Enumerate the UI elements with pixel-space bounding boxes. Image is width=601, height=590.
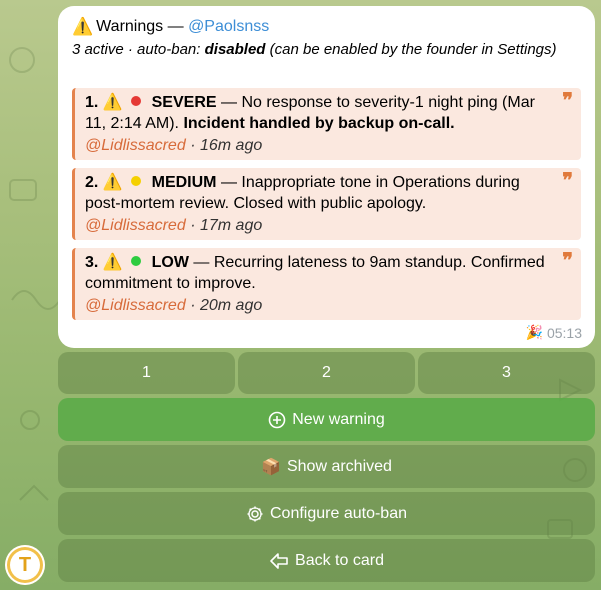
severity-dot-icon [131, 256, 142, 266]
warning-icon: ⚠️ [102, 254, 123, 271]
severity-label: MEDIUM [151, 174, 217, 191]
page-1-button[interactable]: 1 [58, 352, 235, 394]
new-warning-button[interactable]: New warning [58, 398, 595, 441]
message-timestamp: 🎉 05:13 [526, 324, 582, 341]
message-title: ⚠️ Warnings — @Paolsnss [72, 17, 581, 37]
time-ago: 20m ago [199, 297, 263, 314]
author-mention-link[interactable]: @Lidlissacred [85, 217, 186, 234]
user-mention-link[interactable]: @Paolsnss [188, 17, 269, 37]
party-popper-icon[interactable]: 🎉 [526, 324, 543, 341]
gear-icon [246, 505, 264, 523]
autoban-note: (can be enabled by the founder in Settin… [269, 41, 557, 58]
show-archived-label: Show archived [286, 457, 392, 475]
author-mention-link[interactable]: @Lidlissacred [85, 297, 186, 314]
page-1-label: 1 [142, 364, 151, 381]
warning-number: 2. [85, 174, 99, 191]
page-2-label: 2 [322, 364, 331, 381]
title-separator: — [167, 18, 184, 35]
autoban-state: disabled [204, 41, 266, 58]
status-line: 3 active · auto-ban: disabled (can be en… [72, 40, 581, 59]
active-count: 3 active [72, 41, 124, 58]
warning-body: 3. ⚠️ LOW — Recurring lateness to 9am st… [85, 252, 557, 294]
new-warning-label: New warning [292, 410, 385, 428]
warning-meta: @Lidlissacred · 16m ago [85, 137, 263, 154]
package-icon: 📦 [261, 458, 281, 476]
warning-icon: ⚠️ [72, 17, 94, 36]
bot-logo-icon: T [10, 550, 40, 580]
separator-dot: · [127, 41, 133, 58]
warnings-message-bubble: ⚠️ Warnings — @Paolsnss 3 active · auto-… [58, 6, 595, 348]
warning-icon: ⚠️ [102, 174, 123, 191]
time-ago: 17m ago [199, 217, 263, 234]
title-text: Warnings [96, 18, 164, 35]
quote-icon: ❞ [562, 88, 573, 112]
warning-text: — Inappropriate tone in Operations durin… [85, 174, 520, 212]
severity-dot-icon [131, 96, 142, 106]
bot-avatar[interactable]: T [5, 545, 45, 585]
quote-icon: ❞ [562, 248, 573, 272]
show-archived-button[interactable]: 📦 Show archived [58, 445, 595, 488]
warning-meta: @Lidlissacred · 20m ago [85, 297, 263, 314]
time-text: 05:13 [546, 324, 582, 341]
warning-meta: @Lidlissacred · 17m ago [85, 217, 263, 234]
warning-number: 1. [85, 94, 99, 111]
quote-icon: ❞ [562, 168, 573, 192]
severity-label: SEVERE [151, 94, 217, 111]
back-to-card-button[interactable]: Back to card [58, 539, 595, 582]
warning-number: 3. [85, 254, 99, 271]
back-arrow-icon [269, 552, 289, 570]
severity-dot-icon [131, 176, 142, 186]
severity-label: LOW [151, 254, 189, 271]
page-2-button[interactable]: 2 [238, 352, 415, 394]
autoban-label: auto-ban: [137, 41, 201, 58]
back-to-card-label: Back to card [295, 551, 384, 569]
configure-autoban-label: Configure auto-ban [270, 504, 407, 522]
configure-autoban-button[interactable]: Configure auto-ban [58, 492, 595, 535]
time-ago: 16m ago [199, 137, 263, 154]
warning-bold-text: Incident handled by backup on-call. [183, 115, 455, 132]
warning-quote-1[interactable]: ❞ 1. ⚠️ SEVERE — No response to severity… [72, 88, 581, 160]
warning-quote-3[interactable]: ❞ 3. ⚠️ LOW — Recurring lateness to 9am … [72, 248, 581, 320]
warning-icon: ⚠️ [102, 94, 123, 111]
warning-quote-2[interactable]: ❞ 2. ⚠️ MEDIUM — Inappropriate tone in O… [72, 168, 581, 240]
author-mention-link[interactable]: @Lidlissacred [85, 137, 186, 154]
plus-circle-icon [268, 411, 286, 429]
warning-body: 2. ⚠️ MEDIUM — Inappropriate tone in Ope… [85, 172, 557, 214]
warning-body: 1. ⚠️ SEVERE — No response to severity-1… [85, 92, 557, 134]
page-3-label: 3 [502, 364, 511, 381]
page-3-button[interactable]: 3 [418, 352, 595, 394]
